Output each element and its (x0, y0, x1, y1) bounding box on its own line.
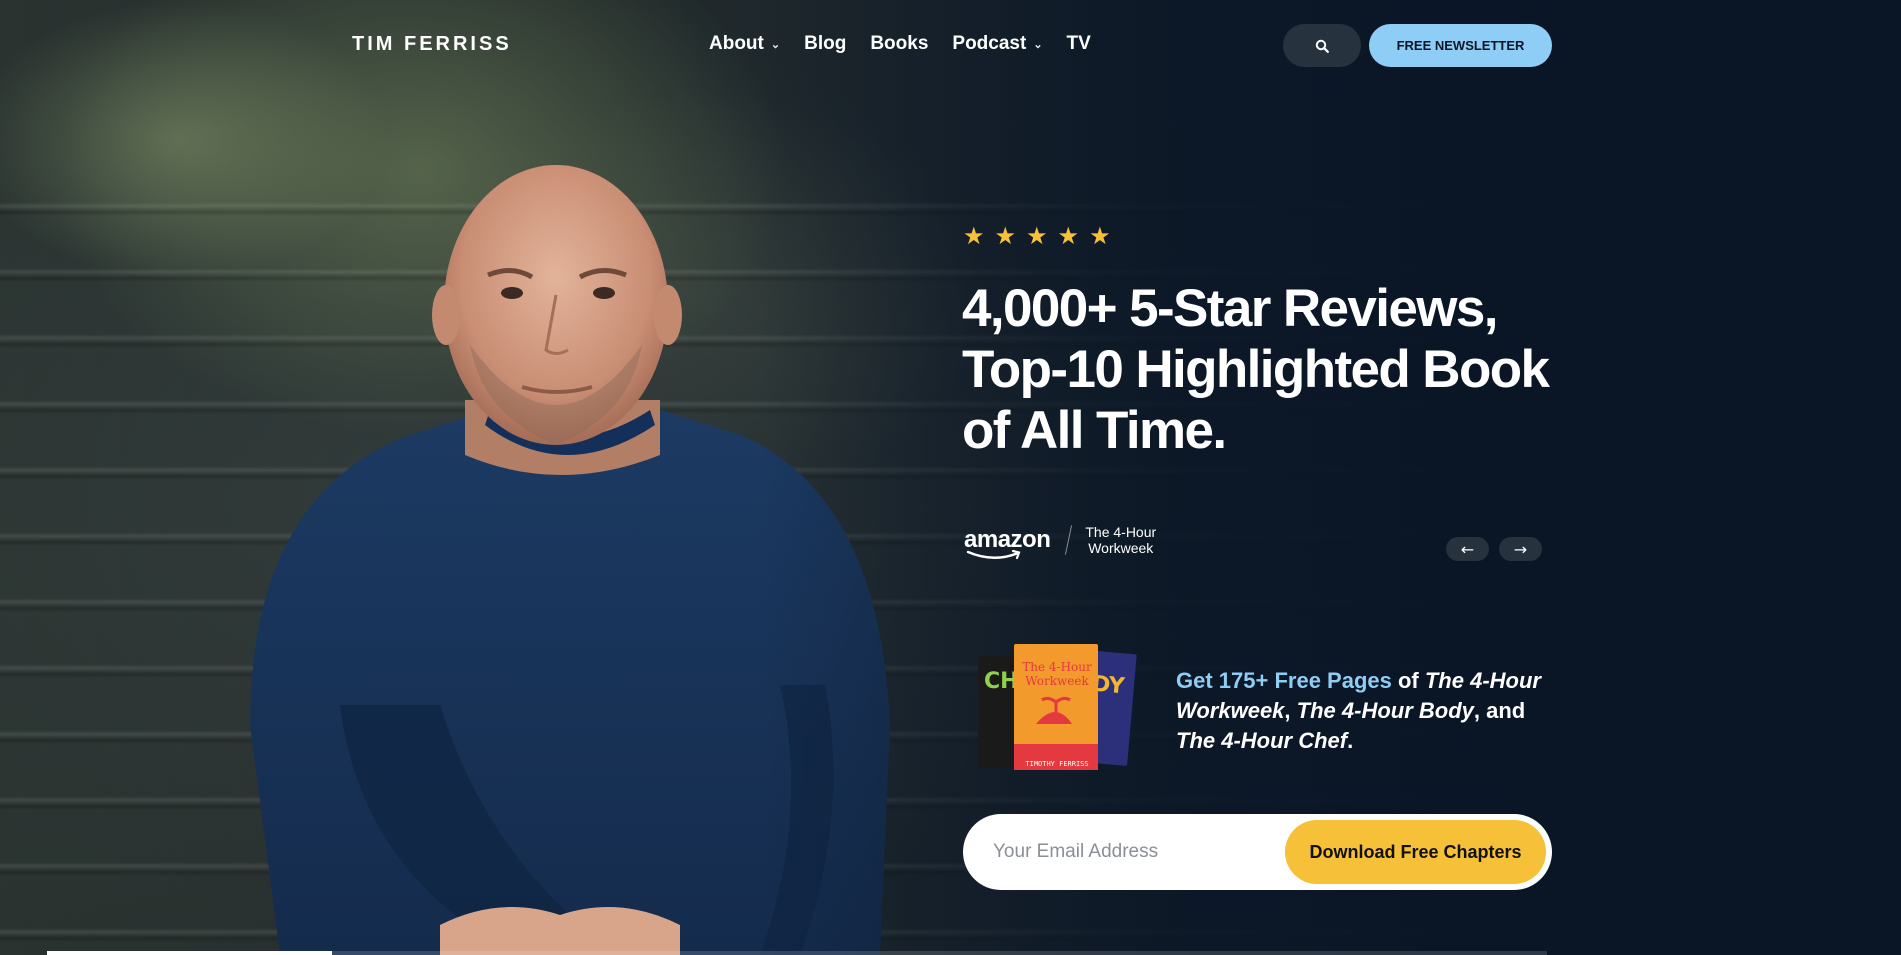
email-signup-form: Download Free Chapters (963, 814, 1552, 890)
free-newsletter-button[interactable]: FREE NEWSLETTER (1369, 24, 1552, 67)
book-credit: The 4-Hour Workweek (1085, 524, 1157, 556)
nav-item-label: TV (1066, 33, 1091, 54)
nav-item-podcast[interactable]: Podcast ⌄ (952, 33, 1042, 55)
headline-line: of All Time. (962, 401, 1227, 460)
headline-line: 4,000+ 5-Star Reviews, (962, 279, 1499, 338)
site-logo[interactable]: TIM FERRISS (352, 33, 512, 56)
carousel-progress-fill (47, 951, 332, 955)
hero-headline: 4,000+ 5-Star Reviews, Top-10 Highlighte… (962, 278, 1562, 461)
main-nav: About ⌄ Blog Books Podcast ⌄ TV (709, 33, 1091, 55)
promo-highlight: Get 175+ Free Pages (1176, 668, 1392, 693)
chevron-down-icon: ⌄ (1033, 38, 1043, 51)
nav-item-label: About (709, 33, 764, 54)
star-icon: ★ (963, 222, 985, 250)
book-cover-author: TIMOTHY FERRISS (1025, 760, 1089, 768)
search-icon (1315, 39, 1329, 53)
review-source: amazon The 4-Hour Workweek (964, 524, 1157, 560)
book-title: The 4-Hour Body (1296, 698, 1474, 723)
carousel-progress (47, 951, 1547, 955)
amazon-smile-icon (966, 549, 1021, 560)
chevron-down-icon: ⌄ (770, 38, 781, 51)
email-field[interactable] (993, 841, 1285, 863)
book-title: The 4-Hour Chef (1176, 728, 1348, 753)
svg-text:CH: CH (984, 669, 1019, 694)
star-icon: ★ (1057, 222, 1080, 250)
carousel-next-button[interactable]: → (1499, 537, 1542, 561)
free-chapters-promo: Get 175+ Free Pages of The 4-Hour Workwe… (1176, 668, 1541, 753)
nav-item-label: Podcast (952, 33, 1027, 54)
book-cover-title: The 4-Hour Workweek (1022, 660, 1092, 688)
carousel-controls: ← → (1446, 537, 1542, 561)
download-free-chapters-button[interactable]: Download Free Chapters (1285, 820, 1546, 884)
divider (1065, 525, 1073, 555)
site-header: TIM FERRISS About ⌄ Blog Books Podcast ⌄… (0, 0, 1901, 90)
nav-item-books[interactable]: Books (870, 33, 928, 55)
star-icon: ★ (1089, 222, 1111, 250)
nav-item-blog[interactable]: Blog (804, 33, 846, 55)
rating-stars: ★ ★ ★ ★ ★ (963, 224, 1111, 248)
headline-line: Top-10 Highlighted Book (962, 340, 1550, 399)
nav-item-about[interactable]: About ⌄ (709, 33, 780, 55)
nav-item-label: Blog (804, 33, 847, 54)
search-button[interactable] (1283, 24, 1361, 67)
star-icon: ★ (1026, 222, 1048, 250)
star-icon: ★ (994, 222, 1017, 250)
nav-item-tv[interactable]: TV (1067, 33, 1091, 55)
arrow-right-icon: → (1513, 539, 1528, 559)
content-overlay (0, 0, 1901, 955)
amazon-logo: amazon (964, 526, 1051, 560)
arrow-left-icon: ← (1460, 539, 1475, 559)
carousel-prev-button[interactable]: ← (1446, 537, 1489, 561)
nav-item-label: Books (870, 33, 929, 54)
